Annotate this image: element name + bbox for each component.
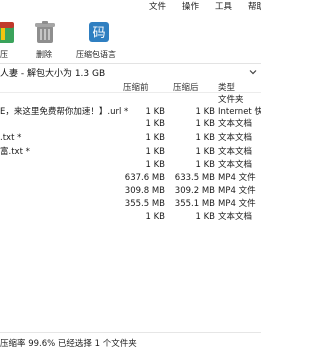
menu-tools[interactable]: 工具 (215, 1, 232, 13)
svg-text:码: 码 (92, 26, 105, 41)
file-row[interactable]: E，来这里免费帮你加速！】.url * 1 KB 1 KB Internet 快… (0, 106, 261, 118)
column-type-header[interactable]: 类型 (218, 81, 235, 93)
file-type: 文本文档 (218, 119, 253, 129)
file-row[interactable]: 1 KB 1 KB 文本文档 (0, 159, 261, 171)
menu-file[interactable]: 文件 (149, 1, 166, 13)
file-size: 1 KB (145, 133, 165, 143)
file-packed-size: 1 KB (195, 147, 215, 157)
file-packed-size: 1 KB (195, 107, 215, 117)
status-text: 压缩率 99.6% 已经选择 1 个文件夹 (0, 339, 137, 349)
file-type: 文本文档 (218, 133, 253, 143)
file-type: 文件夹 (218, 95, 244, 105)
file-packed-size: 1 KB (195, 212, 215, 222)
file-size: 1 KB (145, 107, 165, 117)
file-row[interactable]: 文件夹 (0, 94, 261, 106)
archive-language-label: 压缩包语言 (76, 50, 116, 59)
delete-label: 删除 (36, 50, 52, 59)
archive-language-button[interactable]: 码 压缩包语言 (76, 15, 122, 61)
file-list: 压缩前 压缩后 类型 文件夹 E，来这里免费帮你加速！】.url * 1 KB … (0, 80, 261, 332)
file-row[interactable]: 309.8 MB 309.2 MB MP4 文件 (0, 185, 261, 197)
file-size: 1 KB (145, 119, 165, 129)
column-packed-header[interactable]: 压缩后 (173, 81, 199, 93)
file-row[interactable]: 637.6 MB 633.5 MB MP4 文件 (0, 172, 261, 184)
file-size: 637.6 MB (124, 173, 165, 183)
file-type: 文本文档 (218, 160, 253, 170)
file-name: E，来这里免费帮你加速！】.url * (0, 107, 129, 117)
file-type: 文本文档 (218, 212, 253, 222)
language-book-icon: 码 (89, 22, 109, 42)
archive-window: 文件 操作 工具 帮助 压 删除 码 压缩包语言 人妻 - 解包大小为 1.3 … (0, 0, 261, 350)
file-packed-size: 309.2 MB (174, 186, 215, 196)
menu-bar: 文件 操作 工具 帮助 (0, 0, 261, 13)
file-size: 1 KB (145, 160, 165, 170)
status-bar: 压缩率 99.6% 已经选择 1 个文件夹 (0, 332, 261, 350)
file-packed-size: 633.5 MB (174, 173, 215, 183)
chevron-down-icon[interactable] (248, 67, 258, 77)
menu-operation[interactable]: 操作 (182, 1, 199, 13)
address-bar[interactable]: 人妻 - 解包大小为 1.3 GB (0, 63, 261, 81)
file-size: 355.5 MB (124, 199, 165, 209)
file-name: 富.txt * (0, 147, 30, 157)
toolbar: 压 删除 码 压缩包语言 (0, 13, 261, 63)
compress-button[interactable]: 压 (0, 15, 18, 61)
file-packed-size: 1 KB (195, 119, 215, 129)
file-packed-size: 355.1 MB (174, 199, 215, 209)
zip-archive-icon (0, 22, 14, 43)
compress-label: 压 (0, 50, 8, 59)
file-size: 1 KB (145, 212, 165, 222)
menu-help[interactable]: 帮助 (248, 1, 261, 13)
archive-path: 人妻 - 解包大小为 1.3 GB (0, 69, 106, 79)
file-type: MP4 文件 (218, 173, 256, 183)
file-packed-size: 1 KB (195, 160, 215, 170)
file-row[interactable]: 355.5 MB 355.1 MB MP4 文件 (0, 198, 261, 210)
file-type: MP4 文件 (218, 199, 256, 209)
file-type: MP4 文件 (218, 186, 256, 196)
file-name: .txt * (0, 133, 22, 143)
file-row[interactable]: 富.txt * 1 KB 1 KB 文本文档 (0, 146, 261, 158)
column-size-header[interactable]: 压缩前 (123, 81, 149, 93)
file-size: 1 KB (145, 147, 165, 157)
file-size: 309.8 MB (124, 186, 165, 196)
file-row[interactable]: .txt * 1 KB 1 KB 文本文档 (0, 132, 261, 144)
trash-bin-icon (35, 21, 55, 43)
file-row[interactable]: 1 KB 1 KB 文本文档 (0, 211, 261, 223)
file-type: Internet 快捷方式 (218, 107, 261, 117)
delete-button[interactable]: 删除 (30, 15, 60, 61)
list-header: 压缩前 压缩后 类型 (0, 80, 261, 93)
file-row[interactable]: 1 KB 1 KB 文本文档 (0, 118, 261, 130)
file-type: 文本文档 (218, 147, 253, 157)
file-packed-size: 1 KB (195, 133, 215, 143)
